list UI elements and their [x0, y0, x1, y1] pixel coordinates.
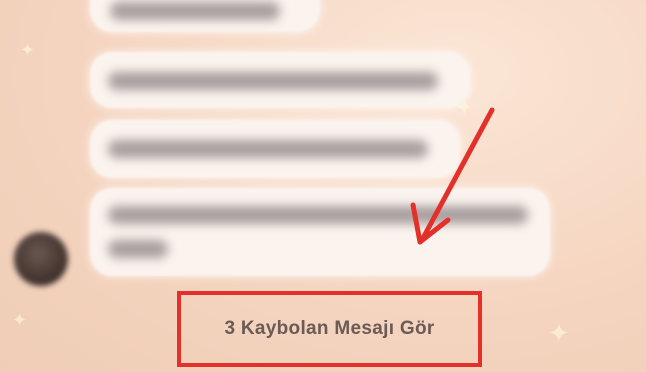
annotation-arrow-icon — [410, 107, 495, 245]
